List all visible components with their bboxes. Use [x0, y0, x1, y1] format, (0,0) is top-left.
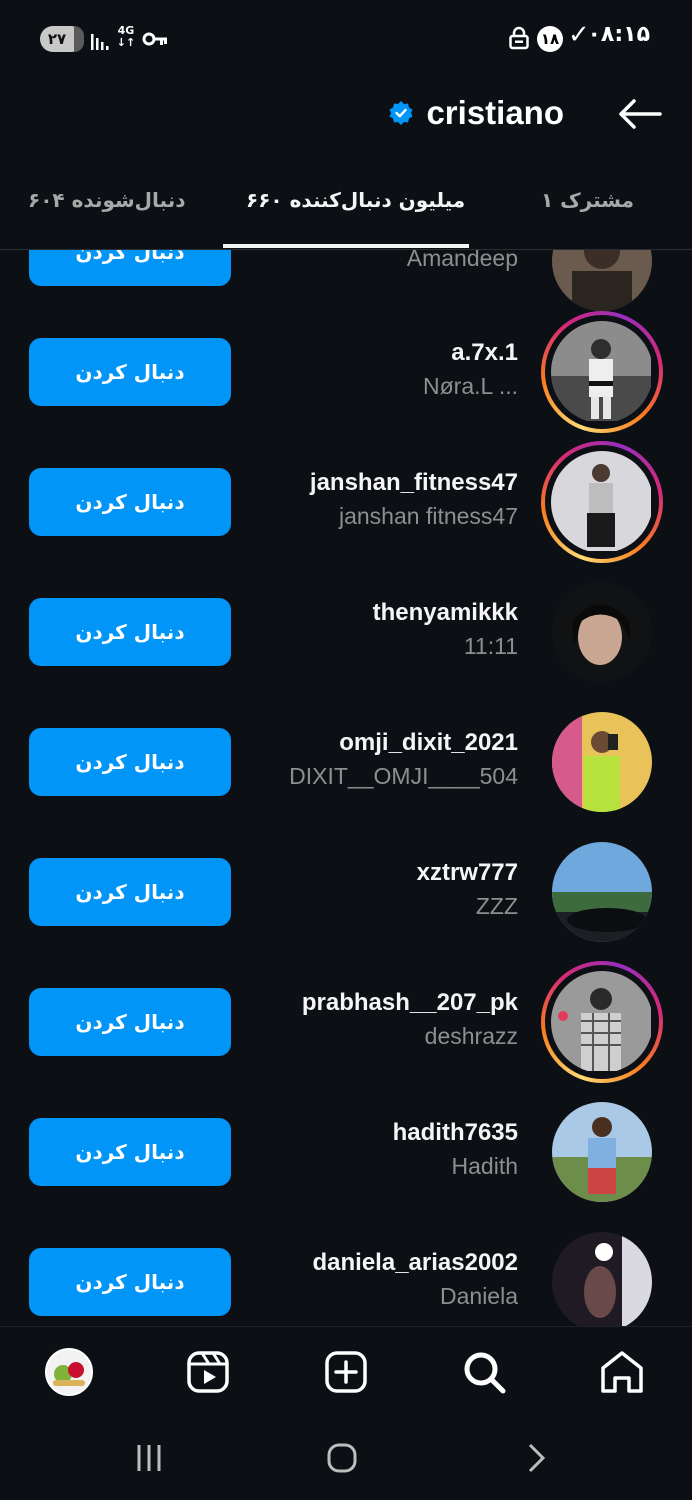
avatar-story[interactable] [541, 441, 663, 563]
header: cristiano [0, 78, 692, 156]
follow-button[interactable]: دنبال کردن [29, 858, 231, 926]
create-icon[interactable] [321, 1347, 371, 1397]
list-item[interactable]: دنبال کردن xztrw777 ZZZ [0, 827, 692, 957]
username[interactable]: daniela_arias2002 [313, 1249, 519, 1277]
network-type: 4G ↓↑ [116, 24, 136, 49]
avatar-story[interactable] [541, 961, 663, 1083]
list-item[interactable]: دنبال کردن thenyamikkk 11:11 [0, 567, 692, 697]
user-fullname: janshan fitness47 [338, 503, 518, 529]
signal-icon [91, 34, 109, 50]
arrow-back-icon [619, 99, 662, 129]
list-item[interactable]: دنبال کردن hadith7635 Hadith [0, 1087, 692, 1217]
avatar-story[interactable] [541, 311, 663, 433]
chevron-right-icon [528, 1443, 546, 1473]
avatar[interactable] [541, 1221, 663, 1326]
search-icon[interactable] [459, 1347, 509, 1397]
home-system-button[interactable] [322, 1438, 362, 1478]
tab-followers[interactable]: ۶۶۰ میلیون دنبال‌کننده [246, 188, 465, 212]
username[interactable]: janshan_fitness47 [310, 469, 518, 497]
avatar[interactable] [541, 1091, 663, 1213]
follow-button[interactable]: دنبال کردن [29, 338, 231, 406]
follow-button[interactable]: دنبال کردن [29, 598, 231, 666]
title-area: cristiano [388, 90, 564, 136]
avatar[interactable] [541, 571, 663, 693]
user-fullname: Daniela [440, 1283, 518, 1309]
user-fullname: DIXIT__OMJI____504 [289, 763, 518, 789]
vpn-key-icon [142, 32, 167, 46]
clock: ۰۸:۱۵ [587, 22, 650, 47]
follow-button[interactable]: دنبال کردن [29, 988, 231, 1056]
username[interactable]: hadith7635 [393, 1119, 518, 1147]
battery-indicator: ۲۷ [40, 26, 84, 52]
user-fullname: deshrazz [424, 1023, 518, 1049]
status-bar: ۲۷ 4G ↓↑ ۱۸ ✓ ۰۸:۱۵ [0, 0, 692, 78]
list-item[interactable]: دنبال کردن Amandeep [0, 250, 692, 311]
recent-apps-button[interactable] [129, 1438, 169, 1478]
username[interactable]: a.7x.1 [451, 339, 518, 367]
username[interactable]: thenyamikkk [373, 599, 518, 627]
back-system-button[interactable] [516, 1438, 556, 1478]
home-circle-icon [327, 1443, 357, 1473]
user-fullname: Nøra.L ... [423, 373, 518, 399]
home-icon[interactable] [597, 1347, 647, 1397]
username[interactable]: prabhash__207_pk [302, 989, 518, 1017]
system-nav-bar [0, 1416, 692, 1500]
follow-button[interactable]: دنبال کردن [29, 250, 231, 286]
lock-icon [509, 26, 529, 50]
username[interactable]: omji_dixit_2021 [339, 729, 518, 757]
list-item[interactable]: دنبال کردن prabhash__207_pk deshrazz [0, 957, 692, 1087]
avatar[interactable] [541, 701, 663, 823]
notification-badge: ۱۸ [537, 26, 563, 52]
verified-badge-icon [389, 101, 413, 125]
list-item[interactable]: دنبال کردن daniela_arias2002 Daniela [0, 1217, 692, 1326]
list-item[interactable]: دنبال کردن janshan_fitness47 janshan fit… [0, 437, 692, 567]
profile-avatar[interactable] [44, 1347, 94, 1397]
recent-apps-icon [137, 1445, 161, 1471]
follow-button[interactable]: دنبال کردن [29, 468, 231, 536]
tab-following[interactable]: ۶۰۴ دنبال‌شونده [28, 188, 185, 212]
follow-button[interactable]: دنبال کردن [29, 1248, 231, 1316]
user-fullname: Amandeep [406, 250, 518, 271]
reels-icon[interactable] [183, 1347, 233, 1397]
list-item[interactable]: دنبال کردن a.7x.1 Nøra.L ... [0, 307, 692, 437]
page-title: cristiano [426, 94, 564, 131]
tab-mutual[interactable]: ۱ مشترک [541, 188, 634, 212]
user-fullname: Hadith [451, 1153, 518, 1179]
follow-button[interactable]: دنبال کردن [29, 728, 231, 796]
user-fullname: 11:11 [463, 633, 518, 659]
follow-tabs: ۱ مشترک ۶۶۰ میلیون دنبال‌کننده ۶۰۴ دنبال… [0, 160, 692, 250]
username[interactable]: xztrw777 [417, 859, 518, 887]
avatar[interactable] [541, 831, 663, 953]
bottom-nav [0, 1326, 692, 1416]
tab-indicator [223, 244, 469, 248]
user-fullname: ZZZ [475, 893, 518, 919]
back-button[interactable] [614, 92, 666, 136]
list-item[interactable]: دنبال کردن omji_dixit_2021 DIXIT__OMJI__… [0, 697, 692, 827]
followers-list[interactable]: دنبال کردن Amandeep دنبال کردن a.7x.1 Nø… [0, 250, 692, 1326]
follow-button[interactable]: دنبال کردن [29, 1118, 231, 1186]
